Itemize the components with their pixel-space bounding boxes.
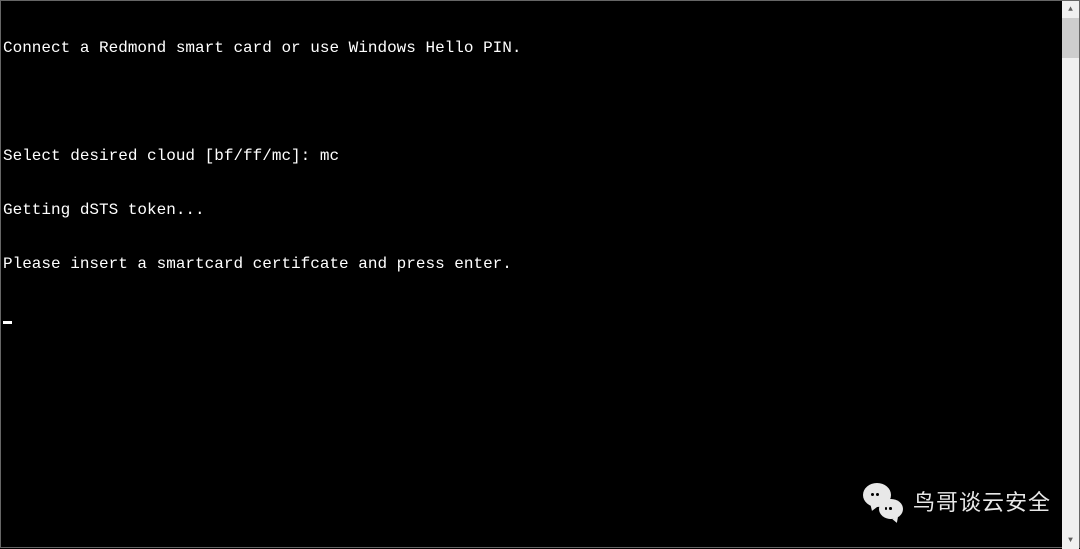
scroll-up-button[interactable]: ▲: [1062, 1, 1079, 18]
terminal-line: Connect a Redmond smart card or use Wind…: [3, 39, 1063, 57]
watermark-text: 鸟哥谈云安全: [913, 485, 1051, 517]
scroll-down-button[interactable]: ▼: [1062, 532, 1079, 549]
cursor-icon: [3, 321, 12, 324]
scroll-track[interactable]: [1062, 18, 1079, 532]
terminal-line: Please insert a smartcard certifcate and…: [3, 255, 1063, 273]
vertical-scrollbar[interactable]: ▲ ▼: [1062, 1, 1079, 549]
terminal-line: Select desired cloud [bf/ff/mc]: mc: [3, 147, 1063, 165]
scroll-thumb[interactable]: [1062, 18, 1079, 58]
terminal-output[interactable]: Connect a Redmond smart card or use Wind…: [1, 1, 1063, 549]
wechat-icon: [863, 483, 903, 519]
terminal-cursor-line: [3, 309, 1063, 327]
chevron-down-icon: ▼: [1068, 537, 1073, 545]
terminal-line: [3, 93, 1063, 111]
chevron-up-icon: ▲: [1068, 6, 1073, 14]
watermark: 鸟哥谈云安全: [863, 483, 1051, 519]
terminal-line: Getting dSTS token...: [3, 201, 1063, 219]
